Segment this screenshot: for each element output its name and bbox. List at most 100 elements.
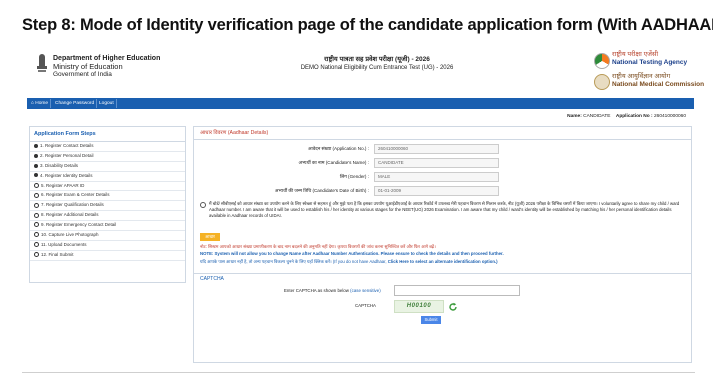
field-row-gender: लिंग (Gender) : MALE: [194, 172, 691, 182]
sidebar-step-label: 4. Register Identity Details: [40, 172, 93, 178]
top-navbar: ⌂ Home Change Password Logout: [27, 98, 694, 109]
circle-icon: [34, 192, 39, 198]
captcha-heading: CAPTCHA: [194, 273, 691, 283]
captcha-entry-label-text: Enter CAPTCHA as shown below: [284, 288, 349, 293]
home-icon: ⌂: [31, 101, 34, 106]
dob-field-label: अभ्यर्थी की जन्म तिथि (Candidate's Date …: [274, 188, 369, 193]
nmc-english: National Medical Commission: [612, 81, 705, 88]
field-row-candidate-name: अभ्यर्थी का नाम (Candidate's Name) : CAN…: [194, 158, 691, 168]
sidebar-step-item[interactable]: 4. Register Identity Details: [30, 172, 185, 182]
aadhaar-heading: आधार विवरण (Aadhaar Details): [194, 127, 691, 140]
nav-change-password[interactable]: Change Password: [53, 99, 98, 108]
gender-field: MALE: [374, 172, 499, 182]
name-label: Name:: [567, 114, 582, 119]
circle-icon: [34, 182, 39, 188]
application-steps-sidebar: Application Form Steps 1. Register Conta…: [29, 126, 186, 283]
captcha-label: CAPTCHA: [355, 303, 376, 308]
dept-line-2: Ministry of Education: [53, 62, 123, 71]
dob-field: 01-01-2009: [374, 186, 499, 196]
sidebar-step-item[interactable]: 11. Upload Documents: [30, 241, 185, 251]
check-circle-icon: [34, 163, 38, 168]
check-circle-icon: [34, 173, 38, 178]
step-title: Step 8: Mode of Identity verification pa…: [22, 16, 713, 34]
sidebar-title: Application Form Steps: [30, 127, 185, 142]
sidebar-step-label: 2. Register Personal Detail: [40, 152, 94, 158]
sidebar-step-label: 12. Final Submit: [41, 251, 74, 257]
candidate-name-field: CANDIDATE: [374, 158, 499, 168]
bottom-divider: [22, 372, 695, 373]
dept-line-3: Government of India: [53, 71, 112, 78]
sidebar-step-item[interactable]: 7. Register Qualification Details: [30, 201, 185, 212]
sidebar-step-item[interactable]: 6. Register Exam & Center Details: [30, 191, 185, 202]
candidate-name-field-label: अभ्यर्थी का नाम (Candidate's Name) :: [298, 160, 369, 165]
sidebar-step-label: 9. Register Emergency Contact Detail: [41, 222, 117, 228]
alternate-id-line: यदि आपके पास आधार नहीं है, तो अन्य पहचान…: [200, 259, 498, 265]
sidebar-step-label: 8. Register Additional Details: [41, 212, 99, 218]
captcha-refresh-icon[interactable]: [448, 302, 458, 312]
nmc-logo-icon: [594, 74, 610, 90]
consent-radio[interactable]: [200, 202, 206, 208]
nav-home[interactable]: ⌂ Home: [29, 99, 52, 108]
nav-logout[interactable]: Logout: [97, 99, 117, 108]
captcha-image: H00100: [394, 300, 444, 313]
sidebar-step-item[interactable]: 8. Register Additional Details: [30, 211, 185, 222]
sidebar-step-item[interactable]: 10. Capture Live Photograph: [30, 231, 185, 241]
name-value: CANDIDATE: [583, 114, 611, 119]
circle-icon: [34, 232, 39, 238]
submit-button[interactable]: Submit: [421, 316, 441, 324]
note-english: NOTE: System will not allow you to chang…: [200, 251, 504, 256]
captcha-input[interactable]: [394, 285, 520, 296]
sidebar-step-label: 5. Register APAAR ID: [41, 182, 85, 188]
dept-line-1: Department of Higher Education: [53, 55, 161, 62]
circle-icon: [34, 202, 39, 208]
circle-icon: [34, 252, 39, 258]
check-circle-icon: [34, 143, 38, 148]
nav-home-label: Home: [35, 101, 49, 106]
sidebar-steps-list: 1. Register Contact Details 2. Register P…: [30, 142, 185, 261]
sidebar-step-label: 1. Register Contact Details: [40, 143, 94, 148]
sidebar-step-item[interactable]: 1. Register Contact Details: [30, 142, 185, 152]
application-no-field: 260410000060: [374, 144, 499, 154]
aadhaar-authenticate-button[interactable]: आधार प्रमाणित: [200, 233, 220, 247]
sidebar-step-item[interactable]: 9. Register Emergency Contact Detail: [30, 221, 185, 232]
application-no-value: 260410000060: [653, 114, 686, 119]
exam-title: राष्ट्रीय पात्रता सह प्रवेश परीक्षा (यूज…: [277, 55, 477, 73]
sidebar-step-label: 6. Register Exam & Center Details: [41, 192, 110, 198]
circle-icon: [34, 242, 39, 248]
candidate-info-bar: Name: CANDIDATE Application No : 2604100…: [567, 114, 686, 119]
nmc-hindi: राष्ट्रीय आयुर्विज्ञान आयोग: [612, 73, 671, 80]
nta-logo-icon: [594, 53, 610, 69]
site-header: Department of Higher Education Ministry …: [27, 47, 704, 95]
captcha-case-hint: (case sensitive): [350, 288, 381, 293]
department-block: Department of Higher Education Ministry …: [53, 55, 160, 79]
application-screenshot: Department of Higher Education Ministry …: [27, 47, 704, 367]
captcha-entry-label: Enter CAPTCHA as shown below (case sensi…: [284, 288, 381, 293]
gender-field-label: लिंग (Gender) :: [339, 174, 369, 179]
exam-title-hindi: राष्ट्रीय पात्रता सह प्रवेश परीक्षा (यूज…: [324, 56, 430, 63]
alternate-id-link[interactable]: Click Here to select an alternate identi…: [388, 259, 498, 264]
field-row-dob: अभ्यर्थी की जन्म तिथि (Candidate's Date …: [194, 186, 691, 196]
nta-english: National Testing Agency: [612, 59, 688, 66]
consent-text: मैं बोर्ड/ सीबीएसई को आधार संख्या का उपय…: [209, 201, 680, 218]
alternate-id-text: यदि आपके पास आधार नहीं है, तो अन्य पहचान…: [200, 259, 387, 264]
aadhaar-consent: मैं बोर्ड/ सीबीएसई को आधार संख्या का उपय…: [200, 201, 684, 219]
national-emblem-icon: [37, 54, 47, 72]
sidebar-step-label: 3. Disability Details: [40, 162, 79, 168]
circle-icon: [34, 212, 39, 218]
sidebar-step-item[interactable]: 5. Register APAAR ID: [30, 182, 185, 192]
nta-hindi: राष्ट्रीय परीक्षा एजेंसी: [612, 51, 659, 58]
exam-title-english: DEMO National Eligibility Cum Entrance T…: [300, 65, 454, 71]
sidebar-step-label: 10. Capture Live Photograph: [41, 232, 99, 238]
sidebar-step-item[interactable]: 3. Disability Details: [30, 162, 185, 172]
application-no-label: Application No :: [615, 114, 653, 119]
sidebar-step-label: 7. Register Qualification Details: [41, 202, 104, 208]
sidebar-step-item[interactable]: 12. Final Submit: [30, 251, 185, 261]
sidebar-step-item[interactable]: 2. Register Personal Detail: [30, 152, 185, 162]
aadhaar-details-panel: आधार विवरण (Aadhaar Details) आवेदन संख्य…: [193, 126, 692, 363]
circle-icon: [34, 222, 39, 228]
sidebar-step-label: 11. Upload Documents: [41, 241, 87, 247]
field-row-application-no: आवेदन संख्या (Application No.) : 2604100…: [194, 144, 691, 154]
check-circle-icon: [34, 153, 38, 158]
application-no-field-label: आवेदन संख्या (Application No.) :: [308, 146, 369, 151]
note-hindi: नोट: सिस्टम आपको आधार संख्या प्रमाणीकरण …: [200, 244, 436, 249]
